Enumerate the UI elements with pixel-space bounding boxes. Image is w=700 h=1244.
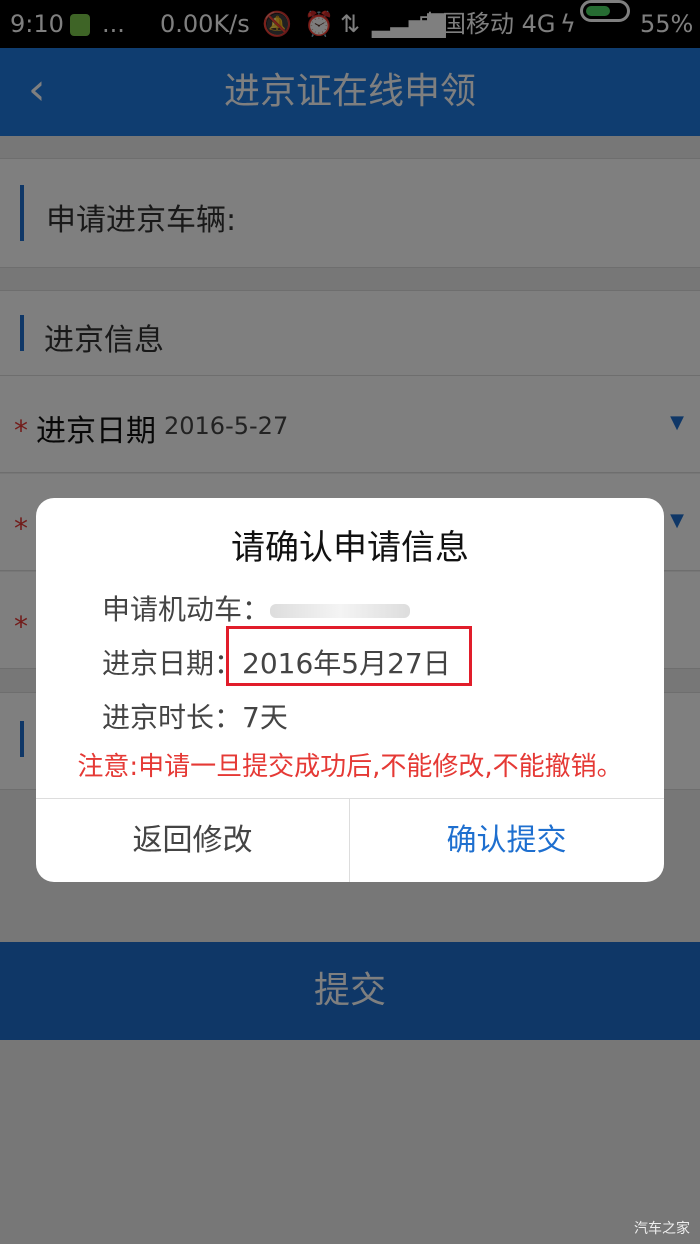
date-highlight-box <box>226 626 472 686</box>
vehicle-info-row: 申请机动车： <box>102 588 411 628</box>
warning-text: 注意:申请一旦提交成功后,不能修改,不能撤销。 <box>77 752 623 782</box>
duration-label: 进京时长： <box>102 701 243 734</box>
back-to-edit-button[interactable]: 返回修改 <box>36 799 350 882</box>
date-info-label: 进京日期： <box>102 647 243 680</box>
confirm-dialog: 请确认申请信息 申请机动车： 进京日期：2016年5月27日 进京时长：7天 注… <box>36 498 664 882</box>
confirm-submit-button[interactable]: 确认提交 <box>350 799 663 882</box>
vehicle-info-label: 申请机动车： <box>102 593 271 626</box>
watermark: 汽车之家 <box>634 1221 690 1237</box>
dialog-actions: 返回修改 确认提交 <box>36 798 664 882</box>
redacted-vehicle <box>270 604 411 618</box>
duration-info-row: 进京时长：7天 <box>102 696 288 736</box>
dialog-title: 请确认申请信息 <box>231 528 469 568</box>
duration-value: 7天 <box>242 701 288 734</box>
